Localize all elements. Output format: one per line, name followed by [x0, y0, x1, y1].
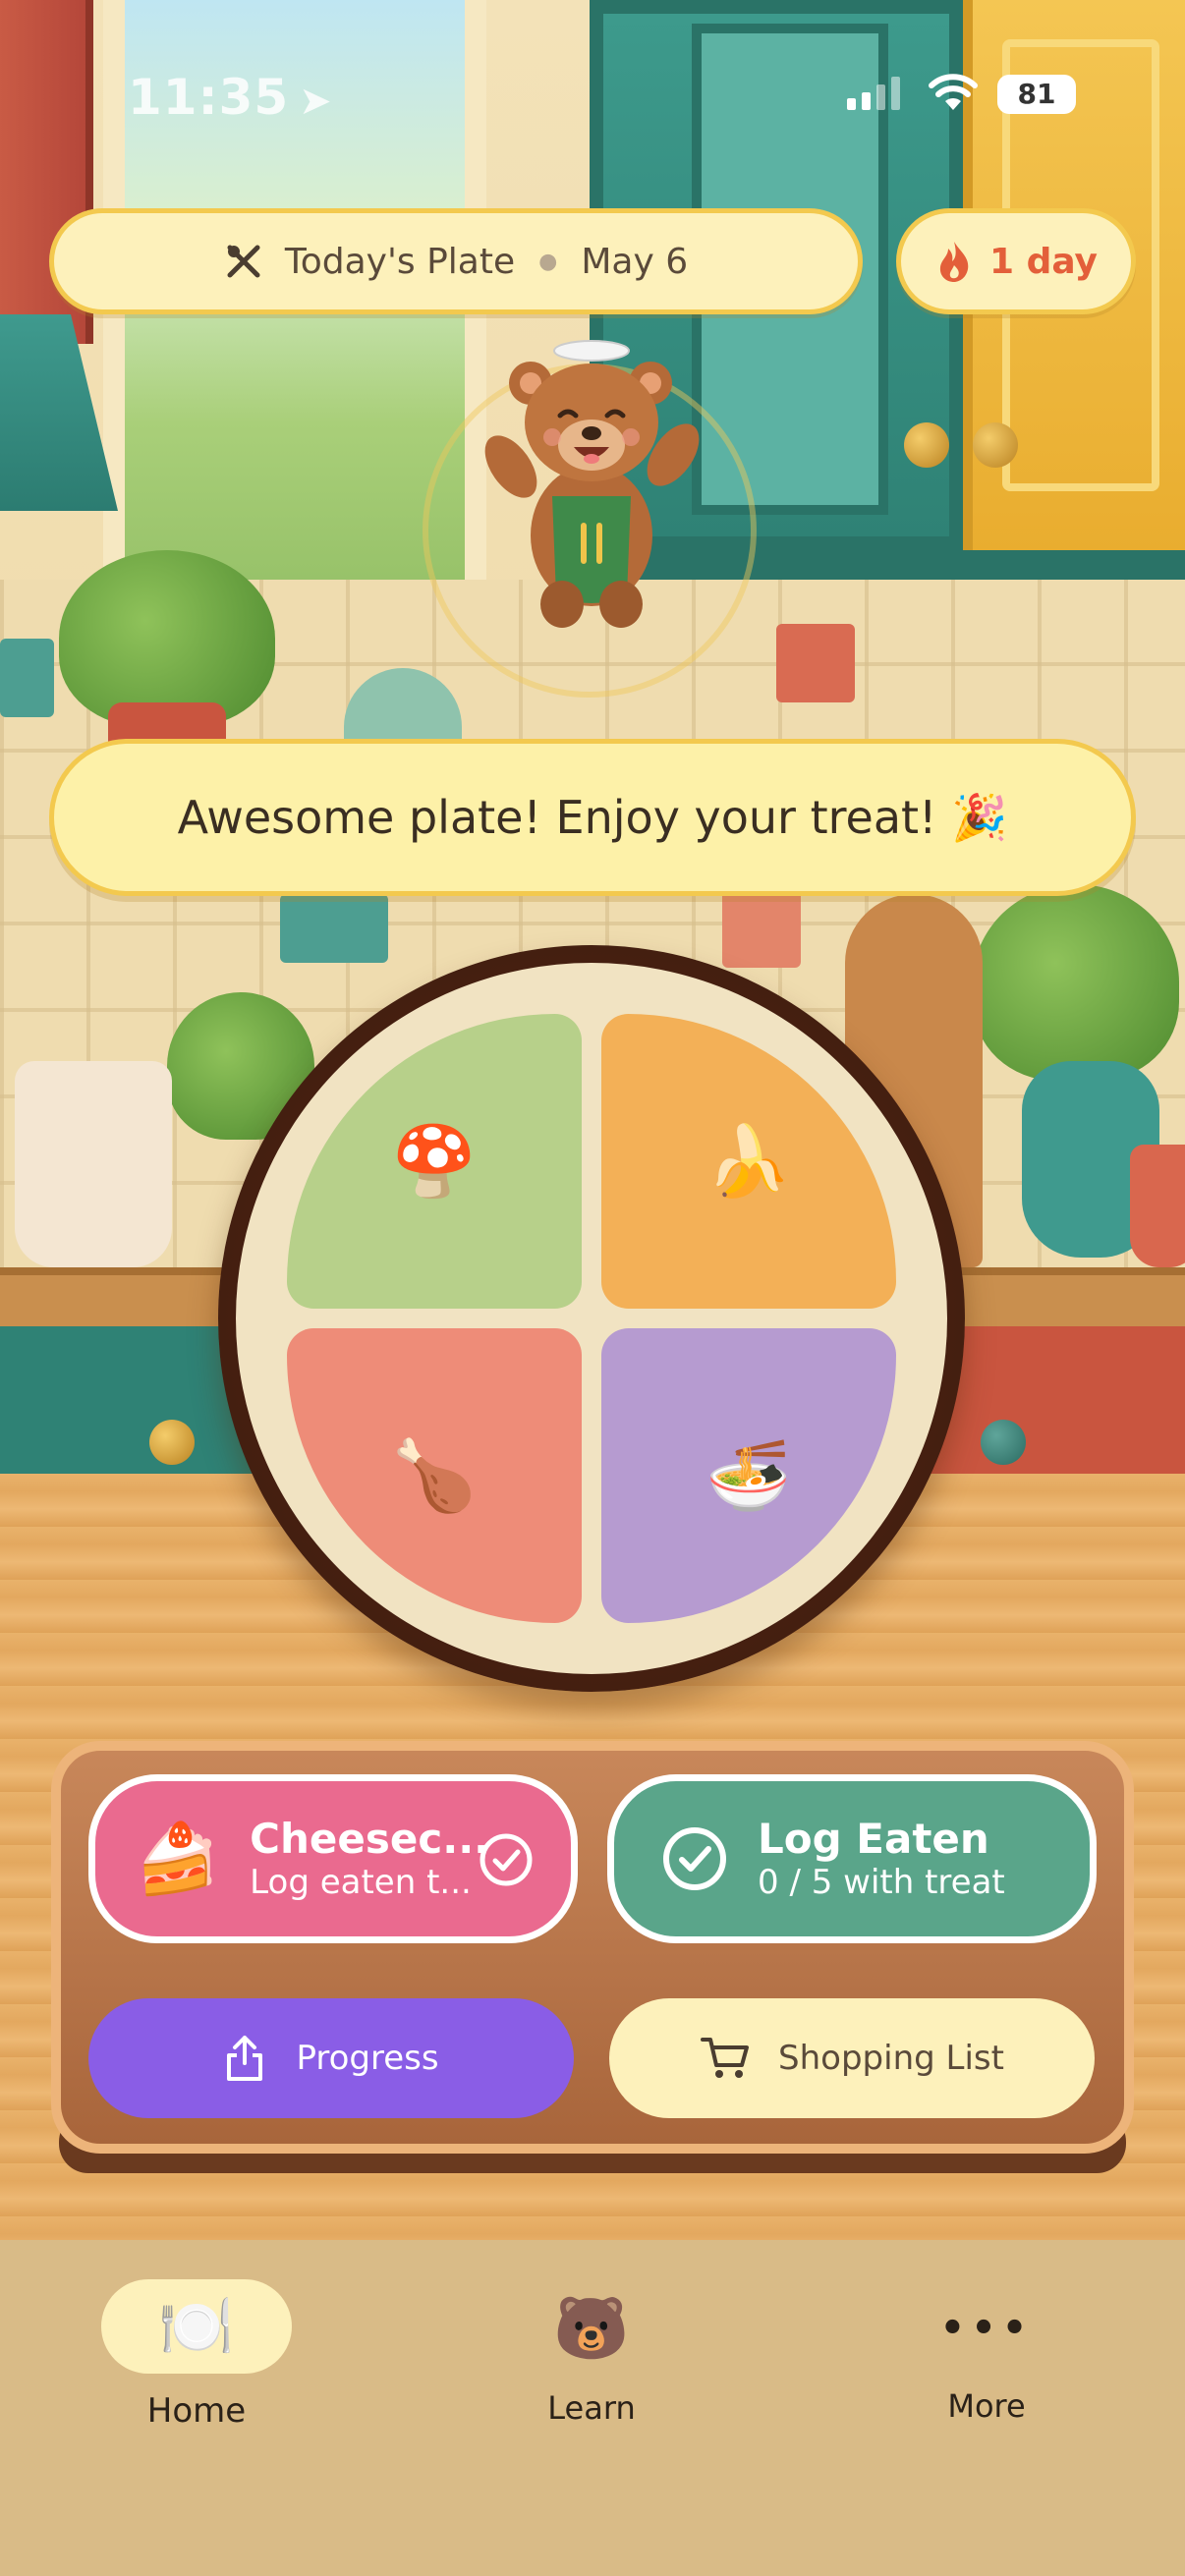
separator-dot: ● [538, 249, 558, 274]
plate-section-protein[interactable]: 🍗 [287, 1328, 582, 1623]
tile-accent [776, 624, 855, 702]
cart-icon [701, 2038, 750, 2078]
tab-learn-label: Learn [547, 2389, 636, 2427]
cabinet-knob [904, 422, 949, 468]
cheesecake-icon: 🍰 [135, 1818, 221, 1899]
tab-home-label: Home [146, 2391, 247, 2431]
tab-learn[interactable]: 🐻 Learn [444, 2279, 739, 2427]
bear-icon: 🐻 [553, 2292, 630, 2364]
log-eaten-title: Log Eaten [758, 1815, 989, 1864]
cellular-signal-icon [847, 77, 900, 110]
check-circle-icon [480, 1833, 533, 1886]
location-arrow-icon: ➤ [299, 79, 333, 124]
plate-section-fruits[interactable]: 🍌 [601, 1014, 896, 1309]
share-icon [227, 2036, 263, 2081]
streak-text: 1 day [988, 241, 1098, 282]
tile-accent [280, 894, 388, 963]
divided-plate: 🍄 🍌 🍗 🍜 [218, 945, 965, 1692]
cabinet-knob [149, 1420, 195, 1465]
treat-button[interactable]: 🍰 Cheesec... Log eaten t... [88, 1774, 578, 1943]
status-time: 11:35 ➤ [128, 69, 333, 126]
tab-more-label: More [947, 2387, 1026, 2425]
tab-home[interactable]: 🍽️ Home [49, 2279, 344, 2431]
mushroom-icon: 🍄 [391, 1121, 478, 1202]
tab-more[interactable]: ••• More [839, 2279, 1134, 2425]
plant [59, 550, 275, 727]
status-bar: 11:35 ➤ 81 [0, 0, 1185, 196]
plate-title: Today's Plate [284, 241, 516, 282]
shopping-list-button[interactable]: Shopping List [609, 1998, 1095, 2118]
more-icon: ••• [939, 2306, 1034, 2351]
plate-date: May 6 [581, 241, 689, 282]
tile-accent [722, 889, 801, 968]
log-eaten-subtitle: 0 / 5 with treat [758, 1862, 1005, 1902]
progress-label: Progress [296, 2039, 439, 2078]
plant [973, 884, 1179, 1081]
todays-plate-header[interactable]: Today's Plate ● May 6 [49, 208, 863, 314]
tile-accent [0, 639, 54, 717]
drumstick-icon: 🍗 [391, 1435, 478, 1516]
treat-subtitle: Log eaten t... [250, 1862, 472, 1902]
plate-section-grains[interactable]: 🍜 [601, 1328, 896, 1623]
flame-icon [939, 242, 969, 282]
range-hood [0, 314, 118, 511]
wifi-icon [929, 74, 978, 110]
check-circle-icon [663, 1827, 726, 1890]
banana-icon: 🍌 [705, 1121, 792, 1202]
streak-badge[interactable]: 1 day [896, 208, 1136, 314]
plate-icon: 🍽️ [101, 2279, 292, 2374]
time-text: 11:35 [128, 69, 290, 126]
battery-indicator: 81 [997, 75, 1076, 114]
utensils-icon [227, 245, 260, 278]
noodles-icon: 🍜 [705, 1435, 792, 1516]
tab-bar: 🍽️ Home 🐻 Learn ••• More [0, 2240, 1185, 2576]
jar [1130, 1145, 1185, 1267]
log-eaten-button[interactable]: Log Eaten 0 / 5 with treat [607, 1774, 1097, 1943]
bear-chef-mascot[interactable] [481, 339, 707, 634]
cabinet-knob [973, 422, 1018, 468]
shopping-list-label: Shopping List [778, 2039, 1004, 2078]
plate-surface: 🍄 🍌 🍗 🍜 [236, 963, 947, 1674]
mascot-message: Awesome plate! Enjoy your treat! 🎉 [49, 739, 1136, 896]
treat-title: Cheesec... [250, 1815, 490, 1864]
progress-button[interactable]: Progress [88, 1998, 574, 2118]
cabinet-knob [981, 1420, 1026, 1465]
plate-section-vegetables[interactable]: 🍄 [287, 1014, 582, 1309]
utensil-holder [15, 1061, 172, 1267]
